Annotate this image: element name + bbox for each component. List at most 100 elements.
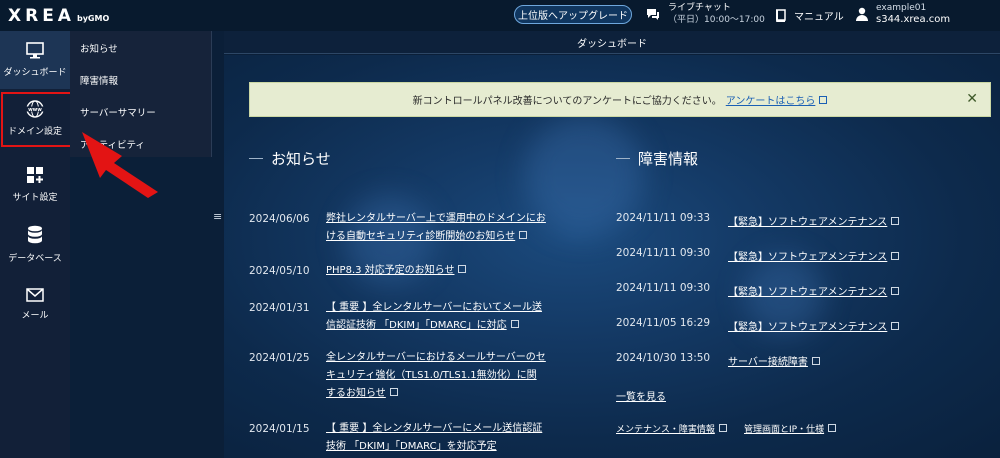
incident-title: 【緊急】ソフトウェアメンテナンス — [728, 217, 888, 228]
incident-date: 2024/11/11 09:30 — [616, 247, 711, 259]
external-link-icon — [891, 252, 900, 260]
incident-link[interactable]: 【緊急】ソフトウェアメンテナンス — [728, 318, 900, 333]
maintenance-info-link[interactable]: メンテナンス・障害情報 — [616, 422, 727, 435]
upgrade-button[interactable]: 上位版へアップグレード — [514, 5, 632, 24]
external-link-icon — [718, 424, 727, 432]
annotation-arrow — [82, 132, 158, 198]
incident-title: 【緊急】ソフトウェアメンテナンス — [728, 287, 888, 298]
incident-link[interactable]: 【緊急】ソフトウェアメンテナンス — [728, 248, 900, 263]
news-line-wrap: ける自動セキュリティ診断開始のお知らせ — [326, 228, 546, 246]
external-link-icon — [828, 424, 837, 432]
news-date: 2024/01/25 — [249, 352, 310, 364]
news-date: 2024/06/06 — [249, 213, 310, 225]
live-chat-link[interactable]: ライブチャット （平日）10:00～17:00 — [646, 2, 765, 26]
news-line: 【 重要 】全レンタルサーバーにおいてメール送 — [326, 302, 542, 313]
external-link-icon — [891, 322, 900, 330]
brand-name: XREA — [8, 6, 75, 26]
news-line: 全レンタルサーバーにおけるメールサーバーのセ — [326, 352, 546, 363]
brand-by: byGMO — [76, 14, 110, 23]
incident-title: サーバー接続障害 — [728, 357, 808, 368]
news-line: するお知らせ — [326, 388, 386, 399]
submenu-item-server-summary[interactable]: サーバーサマリー — [80, 105, 156, 119]
account-menu[interactable]: example01 s344.xrea.com — [856, 2, 950, 26]
incident-date: 2024/11/11 09:33 — [616, 212, 711, 224]
chat-hours: （平日）10:00～17:00 — [668, 15, 765, 25]
news-line-wrap: 信認証技術 「DKIM」「DMARC」に対応 — [326, 317, 542, 335]
news-line: 【 重要 】全レンタルサーバーにメール送信認証 — [326, 423, 543, 434]
sidebar-item-label: メール — [21, 310, 49, 321]
survey-notice: 新コントロールパネル改善についてのアンケートにご協力ください。 アンケートはこち… — [249, 82, 991, 117]
news-line: 信認証技術 「DKIM」「DMARC」に対応 — [326, 320, 507, 331]
news-line: 弊社レンタルサーバー上で運用中のドメインにお — [326, 213, 546, 224]
close-icon[interactable]: ✕ — [966, 91, 978, 107]
news-line-wrap: PHP8.3 対応予定のお知らせ — [326, 262, 467, 280]
news-item-link[interactable]: 【 重要 】全レンタルサーバーにメール送信認証 技術 「DKIM」「DMARC」… — [326, 420, 542, 456]
news-item-link[interactable]: 全レンタルサーバーにおけるメールサーバーのセ キュリティ強化（TLS1.0/TL… — [326, 349, 546, 403]
sidebar-item-dashboard[interactable]: ダッシュボード — [0, 31, 70, 89]
news-title: お知らせ — [271, 150, 331, 168]
sidebar-item-label: ダッシュボード — [3, 68, 67, 78]
notice-text: 新コントロールパネル改善についてのアンケートにご協力ください。 — [412, 96, 722, 107]
news-section-title: お知らせ — [249, 148, 331, 169]
book-icon — [776, 9, 786, 22]
news-line: キュリティ強化（TLS1.0/TLS1.1無効化）に関 — [326, 370, 537, 381]
news-date: 2024/05/10 — [249, 265, 310, 277]
account-server: s344.xrea.com — [876, 14, 951, 25]
external-link-icon — [819, 95, 828, 104]
news-item-link[interactable]: 【 重要 】全レンタルサーバーにおいてメール送 信認証技術 「DKIM」「DMA… — [326, 299, 542, 335]
manual-label: マニュアル — [794, 12, 844, 23]
news-line: ける自動セキュリティ診断開始のお知らせ — [326, 231, 516, 242]
incident-title: 【緊急】ソフトウェアメンテナンス — [728, 322, 888, 333]
highlight-box — [1, 92, 74, 147]
submenu-item-incidents[interactable]: 障害情報 — [80, 73, 118, 87]
grid-plus-icon — [27, 166, 43, 183]
incident-date: 2024/11/05 16:29 — [616, 317, 711, 329]
news-item-link[interactable]: PHP8.3 対応予定のお知らせ — [326, 262, 467, 280]
manual-link[interactable]: マニュアル — [774, 8, 844, 23]
collapse-menu-icon[interactable]: ≡ — [213, 210, 222, 223]
news-item-link[interactable]: 弊社レンタルサーバー上で運用中のドメインにお ける自動セキュリティ診断開始のお知… — [326, 210, 546, 246]
top-bar: XREA byGMO 上位版へアップグレード ライブチャット （平日）10:00… — [0, 0, 1000, 31]
sidebar-item-label: サイト設定 — [12, 192, 58, 203]
foot-link-label: メンテナンス・障害情報 — [616, 425, 715, 435]
title-dash — [249, 158, 263, 159]
external-link-icon — [811, 357, 820, 365]
chat-title: ライブチャット — [668, 3, 731, 13]
news-line: PHP8.3 対応予定のお知らせ — [326, 265, 455, 276]
incident-link[interactable]: 【緊急】ソフトウェアメンテナンス — [728, 283, 900, 298]
incident-link[interactable]: 【緊急】ソフトウェアメンテナンス — [728, 213, 900, 228]
incident-title: 【緊急】ソフトウェアメンテナンス — [728, 252, 888, 263]
news-line: 技術 「DKIM」「DMARC」を対応予定 — [326, 441, 497, 452]
external-link-icon — [458, 265, 467, 273]
title-dash — [616, 158, 630, 159]
external-link-icon — [510, 320, 519, 328]
sidebar-item-site[interactable]: サイト設定 — [0, 155, 70, 213]
external-link-icon — [519, 231, 528, 239]
foot-link-label: 管理画面とIP・仕様 — [744, 425, 825, 435]
external-link-icon — [891, 287, 900, 295]
incidents-more-link[interactable]: 一覧を見る — [616, 388, 666, 403]
chat-bubble-icon — [647, 9, 659, 20]
monitor-icon — [26, 42, 44, 59]
sidebar-item-database[interactable]: データベース — [0, 215, 70, 273]
main-content: 新コントロールパネル改善についてのアンケートにご協力ください。 アンケートはこち… — [224, 55, 1000, 458]
incidents-title: 障害情報 — [638, 150, 699, 168]
news-date: 2024/01/31 — [249, 302, 310, 314]
external-link-icon — [891, 217, 900, 225]
page-title: ダッシュボード — [224, 31, 1000, 54]
envelope-icon — [26, 287, 44, 302]
sidebar-item-label: データベース — [8, 253, 62, 264]
account-user: example01 — [876, 3, 927, 13]
news-date: 2024/01/15 — [249, 423, 310, 435]
ip-spec-link[interactable]: 管理画面とIP・仕様 — [744, 422, 837, 435]
sidebar-item-mail[interactable]: メール — [0, 275, 70, 333]
user-icon — [856, 7, 868, 21]
submenu-item-news[interactable]: お知らせ — [80, 41, 118, 55]
external-link-icon — [389, 388, 398, 396]
incident-date: 2024/11/11 09:30 — [616, 282, 711, 294]
incident-date: 2024/10/30 13:50 — [616, 352, 711, 364]
news-line-wrap: するお知らせ — [326, 385, 546, 403]
incident-link[interactable]: サーバー接続障害 — [728, 353, 820, 368]
logo[interactable]: XREA byGMO — [8, 6, 109, 26]
survey-link[interactable]: アンケートはこちら — [726, 92, 816, 107]
